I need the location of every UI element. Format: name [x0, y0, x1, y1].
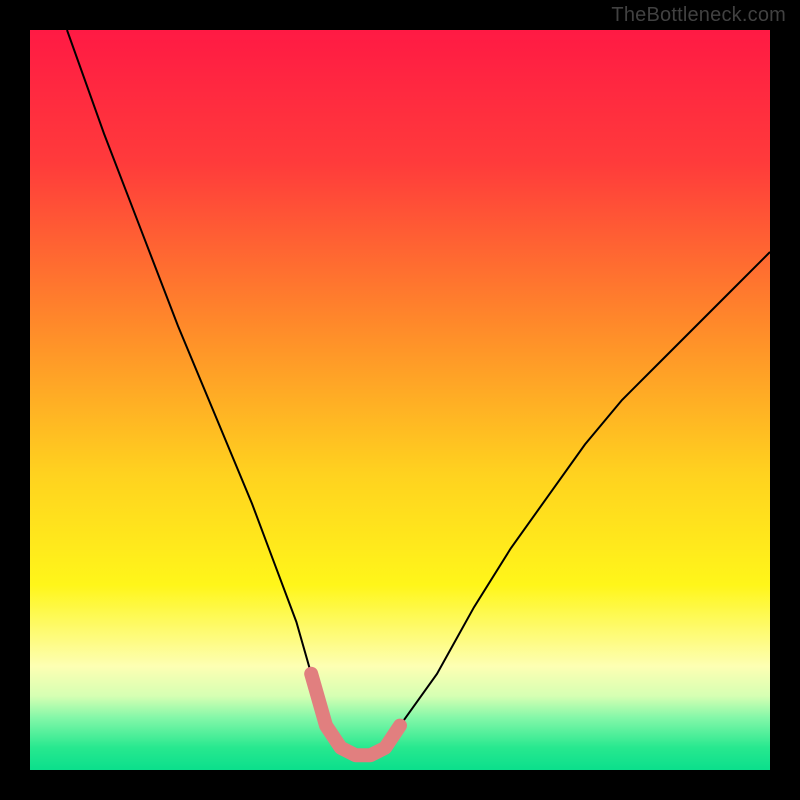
watermark-text: TheBottleneck.com: [611, 4, 786, 27]
chart-background-gradient: [30, 30, 770, 770]
chart-svg: [30, 30, 770, 770]
chart-plot-area: [30, 30, 770, 770]
chart-frame: TheBottleneck.com: [0, 0, 800, 800]
